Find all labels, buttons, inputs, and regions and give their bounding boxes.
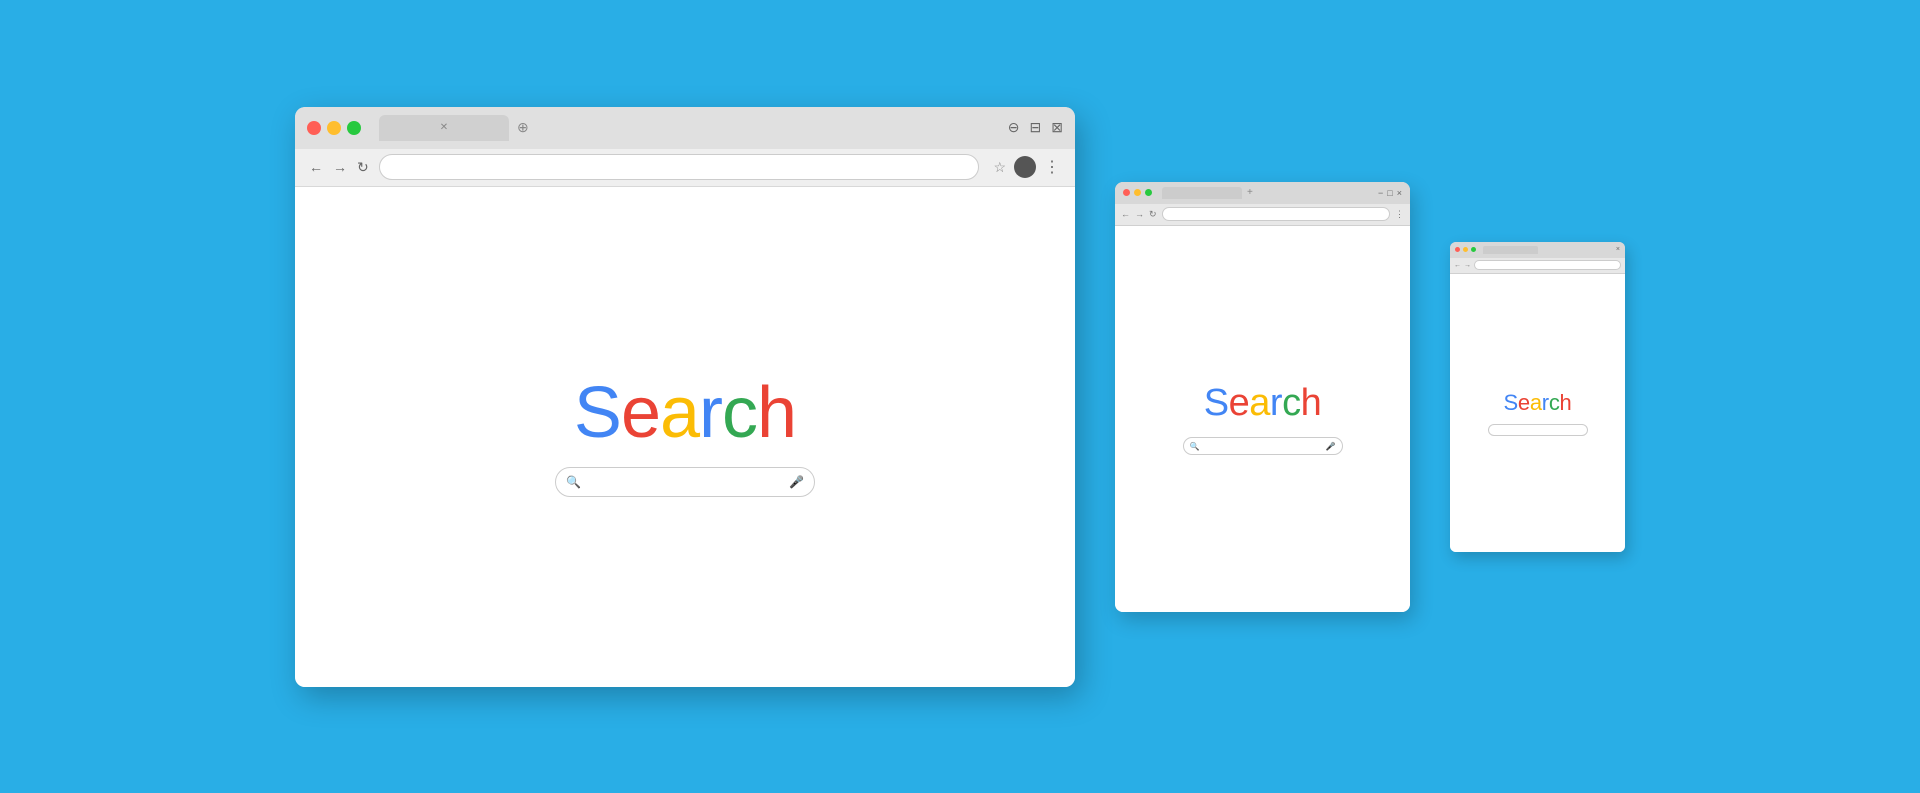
win-restore-icon[interactable]: ⊟	[1030, 119, 1042, 136]
medium-logo-r: r	[1270, 382, 1282, 424]
search-input[interactable]	[587, 475, 783, 489]
medium-nav-bar: ← → ↻ ⋮	[1115, 204, 1410, 226]
logo-letter-c: c	[722, 373, 757, 453]
small-win-icon[interactable]: ×	[1616, 246, 1620, 253]
small-logo-c: c	[1549, 390, 1560, 415]
medium-win-min-icon[interactable]: −	[1378, 188, 1383, 198]
medium-back-icon[interactable]: ←	[1121, 209, 1130, 219]
medium-search-bar[interactable]: 🔍 🎤	[1183, 437, 1343, 455]
browser-tab[interactable]: ✕	[379, 115, 509, 141]
small-window-controls: ×	[1616, 246, 1620, 253]
small-tab[interactable]	[1483, 246, 1538, 254]
traffic-lights	[307, 121, 361, 135]
small-logo-h: h	[1560, 390, 1572, 415]
medium-browser: + − □ × ← → ↻ ⋮ Search 🔍 🎤	[1115, 182, 1410, 612]
medium-mic-icon: 🎤	[1326, 442, 1336, 451]
medium-logo-a: a	[1249, 382, 1270, 424]
address-bar-actions: ☆ ⋮	[993, 156, 1061, 178]
medium-win-close-icon[interactable]: ×	[1397, 188, 1402, 198]
large-nav-bar: ← → ↻ ☆ ⋮	[295, 149, 1075, 187]
medium-menu-icon[interactable]: ⋮	[1395, 209, 1404, 220]
medium-reload-icon[interactable]: ↻	[1149, 209, 1157, 220]
back-icon[interactable]: ←	[309, 159, 323, 175]
medium-logo-h: h	[1301, 382, 1322, 424]
small-search-bar[interactable]	[1488, 424, 1588, 436]
medium-close-button[interactable]	[1123, 189, 1130, 196]
logo-letter-h: h	[757, 373, 796, 453]
small-forward-icon[interactable]: →	[1464, 262, 1471, 269]
small-logo-a: a	[1530, 390, 1542, 415]
large-page-content: Search 🔍 🎤	[295, 187, 1075, 687]
small-maximize-button[interactable]	[1471, 247, 1476, 252]
small-title-bar: ×	[1450, 242, 1625, 258]
small-minimize-button[interactable]	[1463, 247, 1468, 252]
medium-tab-area: +	[1162, 187, 1253, 199]
address-bar[interactable]	[379, 154, 980, 180]
medium-logo-e: e	[1229, 382, 1250, 424]
search-bar-search-icon: 🔍	[566, 475, 581, 489]
scene: ✕ ⊕ ⊖ ⊟ ⊠ ← → ↻ ☆ ⋮ Search	[255, 67, 1665, 727]
medium-browser-tab[interactable]	[1162, 187, 1242, 199]
menu-icon[interactable]: ⋮	[1044, 157, 1061, 177]
close-button[interactable]	[307, 121, 321, 135]
minimize-button[interactable]	[327, 121, 341, 135]
maximize-button[interactable]	[347, 121, 361, 135]
small-page-content: Search	[1450, 274, 1625, 552]
medium-logo-c: c	[1282, 382, 1301, 424]
window-controls: ⊖ ⊟ ⊠	[1008, 119, 1063, 136]
small-back-icon[interactable]: ←	[1454, 262, 1461, 269]
search-logo-medium: Search	[1204, 382, 1321, 425]
small-close-button[interactable]	[1455, 247, 1460, 252]
medium-win-rest-icon[interactable]: □	[1387, 188, 1392, 198]
win-minimize-icon[interactable]: ⊖	[1008, 119, 1020, 136]
reload-icon[interactable]: ↻	[357, 159, 369, 176]
large-search-bar[interactable]: 🔍 🎤	[555, 467, 815, 497]
medium-forward-icon[interactable]: →	[1135, 209, 1144, 219]
forward-icon[interactable]: →	[333, 159, 347, 175]
logo-letter-S: S	[574, 373, 621, 453]
medium-title-bar: + − □ ×	[1115, 182, 1410, 204]
small-logo-S: S	[1504, 390, 1518, 415]
logo-letter-a: a	[660, 373, 699, 453]
medium-window-controls: − □ ×	[1378, 188, 1402, 198]
medium-minimize-button[interactable]	[1134, 189, 1141, 196]
medium-maximize-button[interactable]	[1145, 189, 1152, 196]
small-browser: × ← → Search	[1450, 242, 1625, 552]
tab-area: ✕ ⊕	[379, 115, 1000, 141]
search-logo-large: Search	[574, 377, 796, 449]
mic-icon[interactable]: 🎤	[789, 475, 804, 489]
medium-address-bar[interactable]	[1162, 207, 1390, 221]
medium-page-content: Search 🔍 🎤	[1115, 226, 1410, 612]
logo-letter-e: e	[621, 373, 660, 453]
search-logo-small: Search	[1504, 390, 1572, 416]
medium-new-tab-icon[interactable]: +	[1247, 187, 1253, 198]
small-logo-r: r	[1542, 390, 1549, 415]
medium-logo-S: S	[1204, 382, 1229, 424]
large-title-bar: ✕ ⊕ ⊖ ⊟ ⊠	[295, 107, 1075, 149]
large-browser: ✕ ⊕ ⊖ ⊟ ⊠ ← → ↻ ☆ ⋮ Search	[295, 107, 1075, 687]
medium-search-icon: 🔍	[1190, 442, 1200, 451]
new-tab-icon[interactable]: ⊕	[517, 119, 529, 136]
user-avatar[interactable]	[1014, 156, 1036, 178]
small-address-bar[interactable]	[1474, 260, 1621, 270]
small-nav-bar: ← →	[1450, 258, 1625, 274]
bookmark-icon[interactable]: ☆	[993, 159, 1006, 176]
win-close-icon[interactable]: ⊠	[1051, 119, 1063, 136]
small-logo-e: e	[1518, 390, 1530, 415]
tab-close-icon[interactable]: ✕	[440, 122, 448, 133]
logo-letter-r: r	[699, 373, 722, 453]
